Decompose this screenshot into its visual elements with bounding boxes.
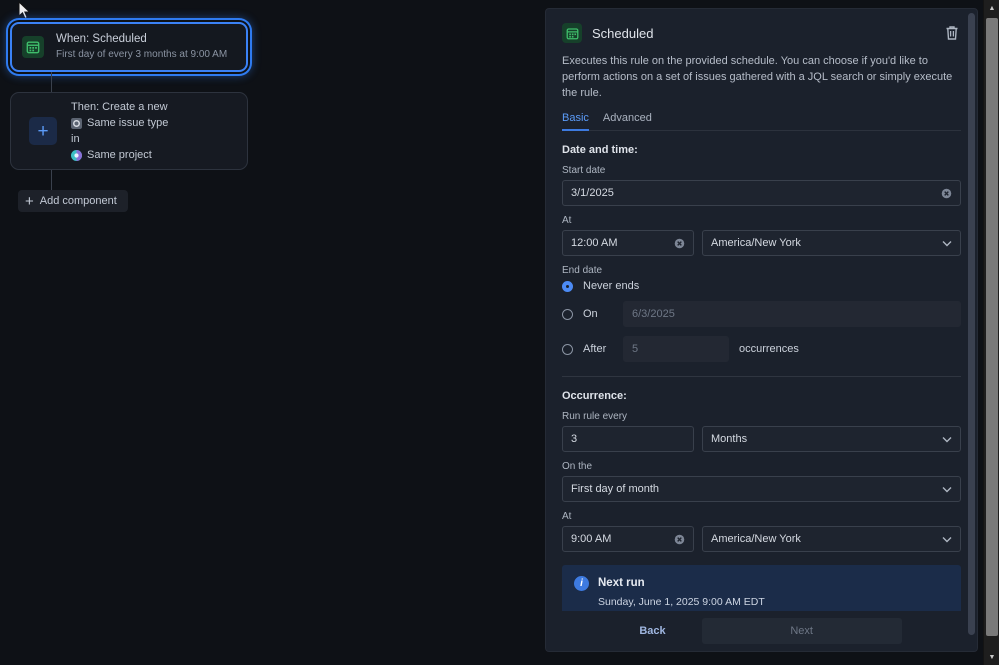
radio-never-ends[interactable] bbox=[562, 281, 573, 292]
trash-icon[interactable] bbox=[943, 24, 961, 42]
issue-type-icon bbox=[71, 118, 82, 129]
occurrences-label: occurrences bbox=[739, 343, 799, 355]
add-component-button[interactable]: + Add component bbox=[18, 190, 128, 212]
next-run-title: Next run bbox=[598, 576, 765, 591]
run-every-value: 3 bbox=[571, 433, 577, 445]
then-line-project-row: Same project bbox=[71, 147, 168, 163]
panel-scrollbar-thumb[interactable] bbox=[968, 13, 975, 635]
start-at-timezone-value: America/New York bbox=[711, 237, 801, 249]
project-icon bbox=[71, 150, 82, 161]
start-at-time-input[interactable]: 12:00 AM bbox=[562, 230, 694, 256]
add-component-label: Add component bbox=[40, 195, 117, 207]
end-option-on[interactable]: On 6/3/2025 bbox=[562, 301, 961, 327]
on-the-select[interactable]: First day of month bbox=[562, 476, 961, 502]
on-the-value: First day of month bbox=[571, 483, 659, 495]
end-after-count-input: 5 bbox=[623, 336, 729, 362]
then-line-issue-type-row: Same issue type bbox=[71, 115, 168, 131]
page-scrollbar-thumb[interactable] bbox=[986, 18, 998, 636]
rule-card-when[interactable]: When: Scheduled First day of every 3 mon… bbox=[10, 22, 248, 72]
when-card-title: When: Scheduled bbox=[56, 32, 227, 47]
section-occurrence-heading: Occurrence: bbox=[562, 390, 961, 402]
occurrence-at-timezone-value: America/New York bbox=[711, 533, 801, 545]
start-at-row: 12:00 AM America/New York bbox=[562, 230, 961, 256]
start-at-timezone-select[interactable]: America/New York bbox=[702, 230, 961, 256]
scroll-up-arrow-icon[interactable]: ▲ bbox=[984, 0, 999, 16]
panel-header: Scheduled bbox=[562, 23, 961, 43]
end-on-date-input: 6/3/2025 bbox=[623, 301, 961, 327]
panel-title: Scheduled bbox=[592, 26, 653, 41]
connector-line-top bbox=[51, 72, 52, 92]
then-line-in: in bbox=[71, 131, 168, 147]
info-icon: i bbox=[574, 576, 589, 591]
occurrence-at-row: 9:00 AM America/New York bbox=[562, 526, 961, 552]
run-every-unit-select[interactable]: Months bbox=[702, 426, 961, 452]
then-card-text: Then: Create a new Same issue type in bbox=[71, 99, 168, 163]
radio-after-label: After bbox=[583, 343, 613, 355]
radio-never-ends-label: Never ends bbox=[583, 280, 639, 292]
clear-icon[interactable] bbox=[674, 534, 685, 545]
panel-content: Scheduled Executes this rule on the prov… bbox=[546, 9, 977, 652]
rule-canvas: When: Scheduled First day of every 3 mon… bbox=[0, 0, 545, 665]
radio-on[interactable] bbox=[562, 309, 573, 320]
next-run-datetime: Sunday, June 1, 2025 9:00 AM EDT bbox=[598, 595, 765, 609]
plus-icon: + bbox=[29, 117, 57, 145]
mouse-cursor bbox=[18, 1, 32, 21]
panel-description: Executes this rule on the provided sched… bbox=[562, 53, 964, 101]
radio-after[interactable] bbox=[562, 344, 573, 355]
back-button[interactable]: Back bbox=[621, 619, 683, 643]
radio-on-label: On bbox=[583, 308, 613, 320]
calendar-icon bbox=[562, 23, 582, 43]
occurrence-at-time-value: 9:00 AM bbox=[571, 533, 611, 545]
app-root: When: Scheduled First day of every 3 mon… bbox=[0, 0, 999, 665]
end-option-never-ends[interactable]: Never ends bbox=[562, 280, 961, 292]
next-button: Next bbox=[702, 618, 902, 644]
when-card-subtitle: First day of every 3 months at 9:00 AM bbox=[56, 48, 227, 62]
rule-card-then[interactable]: + Then: Create a new Same issue type in bbox=[10, 92, 248, 170]
clear-icon[interactable] bbox=[941, 188, 952, 199]
chevron-down-icon bbox=[942, 486, 952, 493]
start-date-label: Start date bbox=[562, 165, 961, 176]
then-line-project: Same project bbox=[87, 147, 152, 163]
then-line-issue-type: Same issue type bbox=[87, 115, 168, 131]
chevron-down-icon bbox=[942, 240, 952, 247]
calendar-icon bbox=[22, 36, 44, 58]
occurrence-at-label: At bbox=[562, 511, 961, 522]
connector-line-bottom bbox=[51, 170, 52, 190]
clear-icon[interactable] bbox=[674, 238, 685, 249]
end-on-date-placeholder: 6/3/2025 bbox=[632, 308, 675, 320]
chevron-down-icon bbox=[942, 436, 952, 443]
chevron-down-icon bbox=[942, 536, 952, 543]
end-date-label: End date bbox=[562, 265, 961, 276]
add-plus-icon: + bbox=[25, 194, 34, 209]
start-at-time-value: 12:00 AM bbox=[571, 237, 617, 249]
scroll-down-arrow-icon[interactable]: ▼ bbox=[984, 649, 999, 665]
section-date-time-heading: Date and time: bbox=[562, 144, 961, 156]
panel-scrollbar[interactable] bbox=[968, 13, 975, 649]
end-after-count-placeholder: 5 bbox=[632, 343, 638, 355]
start-date-value: 3/1/2025 bbox=[571, 187, 614, 199]
start-date-input[interactable]: 3/1/2025 bbox=[562, 180, 961, 206]
panel-footer: Back Next bbox=[546, 611, 977, 651]
occurrence-at-time-input[interactable]: 9:00 AM bbox=[562, 526, 694, 552]
tab-basic[interactable]: Basic bbox=[562, 112, 589, 130]
end-option-after[interactable]: After 5 occurrences bbox=[562, 336, 961, 362]
run-every-value-input[interactable]: 3 bbox=[562, 426, 694, 452]
run-every-unit-value: Months bbox=[711, 433, 747, 445]
panel-tabs: Basic Advanced bbox=[562, 112, 961, 131]
on-the-label: On the bbox=[562, 461, 961, 472]
component-config-panel: Scheduled Executes this rule on the prov… bbox=[545, 8, 978, 652]
when-card-text: When: Scheduled First day of every 3 mon… bbox=[56, 32, 227, 62]
run-every-label: Run rule every bbox=[562, 411, 961, 422]
page-scrollbar[interactable]: ▲ ▼ bbox=[983, 0, 999, 665]
then-line-create: Then: Create a new bbox=[71, 99, 168, 115]
tab-advanced[interactable]: Advanced bbox=[603, 112, 652, 130]
run-every-row: 3 Months bbox=[562, 426, 961, 452]
start-at-label: At bbox=[562, 215, 961, 226]
section-divider bbox=[562, 376, 961, 377]
occurrence-at-timezone-select[interactable]: America/New York bbox=[702, 526, 961, 552]
